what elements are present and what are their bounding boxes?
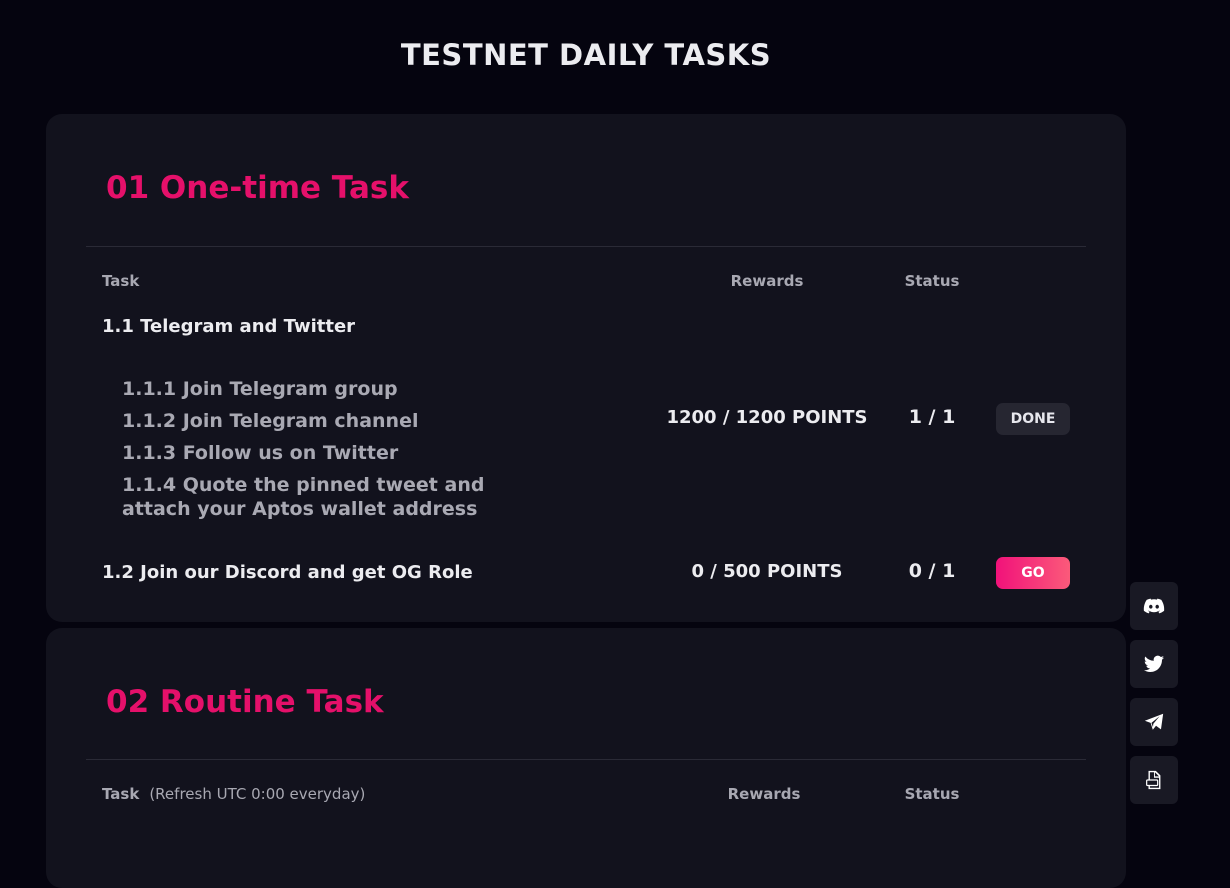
refresh-note: (Refresh UTC 0:00 everyday) [149,785,366,803]
subtask-item: 1.1.4 Quote the pinned tweet and attach … [122,474,485,520]
twitter-icon [1143,655,1165,672]
status-value: 0 / 1 [908,560,956,582]
subtask-list: 1.1.1 Join Telegram group 1.1.2 Join Tel… [122,377,552,529]
discord-button[interactable] [1130,582,1178,630]
twitter-button[interactable] [1130,640,1178,688]
column-header-rewards: Rewards [730,272,804,290]
subtask-item: 1.1.1 Join Telegram group [122,378,398,400]
telegram-icon [1144,713,1164,730]
column-header-status: Status [904,785,960,803]
column-header-task: Task [102,272,140,290]
column-header-status: Status [904,272,960,290]
column-header-task: Task (Refresh UTC 0:00 everyday) [102,785,365,803]
column-header-task-label: Task [102,785,140,803]
task-group-label: 1.1 Telegram and Twitter [102,316,356,337]
status-value: 1 / 1 [908,406,956,428]
telegram-button[interactable] [1130,698,1178,746]
section-title: 01 One-time Task [106,170,409,206]
divider [86,246,1086,247]
reward-value: 1200 / 1200 POINTS [666,407,868,428]
column-header-rewards: Rewards [727,785,801,803]
document-button[interactable] [1130,756,1178,804]
discord-icon [1143,598,1165,614]
go-button[interactable]: GO [996,557,1070,589]
done-button[interactable]: DONE [996,403,1070,435]
subtask-item: 1.1.3 Follow us on Twitter [122,442,399,464]
one-time-task-card: 01 One-time Task Task Rewards Status 1.1… [46,114,1126,622]
task-label: 1.2 Join our Discord and get OG Role [102,562,473,583]
subtask-item: 1.1.2 Join Telegram channel [122,410,419,432]
routine-task-card: 02 Routine Task Task (Refresh UTC 0:00 ev… [46,628,1126,888]
divider [86,759,1086,760]
reward-value: 0 / 500 POINTS [691,561,843,582]
page-title: TESTNET DAILY TASKS [400,38,772,72]
document-icon [1146,770,1161,790]
section-title: 02 Routine Task [106,684,384,720]
